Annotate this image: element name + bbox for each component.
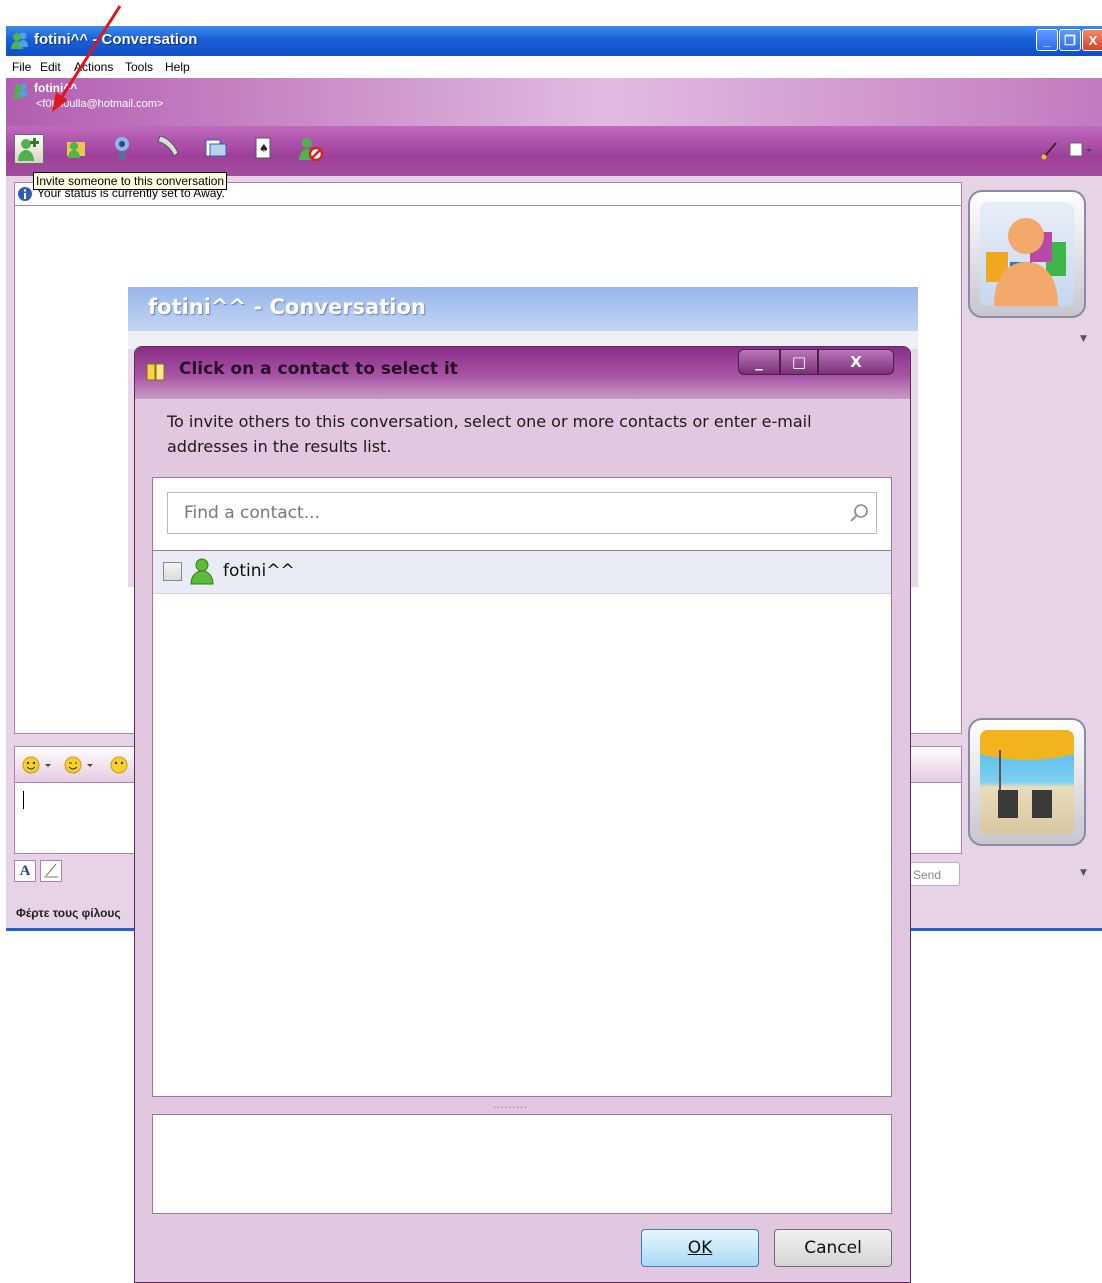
dialog-window-controls: _ □ X [738,349,898,375]
dialog-minimize-button[interactable]: _ [738,349,780,375]
call-button[interactable] [154,134,184,164]
block-contact-icon [299,138,324,162]
phone-icon [157,135,179,157]
emoticon-icon[interactable] [21,755,55,775]
block-button[interactable] [296,134,326,164]
dialog-title-bar[interactable]: Click on a contact to select it _ □ X [135,347,910,399]
dialog-maximize-button[interactable]: □ [780,349,818,375]
address-book-icon [146,363,165,381]
dialog-close-button[interactable]: X [818,349,894,375]
send-files-icon [67,142,85,158]
online-contact-icon [190,558,214,585]
dialog-instructions: To invite others to this conversation, s… [167,412,812,456]
pen-icon [44,863,58,878]
webcam-icon [115,137,129,159]
contact-display-picture[interactable] [968,190,1086,318]
games-icon: ♠ [255,137,271,159]
contact-checkbox[interactable] [163,562,182,581]
wink-icon[interactable] [63,755,97,775]
activities-button[interactable] [202,134,232,164]
handwriting-button[interactable] [40,860,62,882]
find-contact-input[interactable] [168,493,838,533]
info-icon [18,187,32,201]
nudge-icon[interactable] [109,755,129,775]
shopping-avatar-icon [986,218,1066,306]
chevron-down-icon[interactable]: ▼ [1080,868,1087,878]
contact-name: fotini^^ [223,561,295,581]
search-box[interactable] [167,492,877,534]
invite-contact-dialog: Click on a contact to select it _ □ X To… [134,346,911,1283]
contact-list[interactable]: fotini^^ [152,551,892,1097]
conversation-toolbar: ♠ [6,126,1102,176]
cancel-button[interactable]: Cancel [774,1229,892,1267]
search-icon[interactable] [848,502,870,524]
games-button[interactable]: ♠ [250,134,280,164]
beach-chairs-icon [980,730,1074,818]
invite-contact-button[interactable] [14,134,44,164]
font-button[interactable]: A [14,860,36,882]
cancel-label: Cancel [804,1238,862,1258]
dialog-title: Click on a contact to select it [179,359,458,379]
invite-tooltip: Invite someone to this conversation [33,172,228,190]
background-title-bar: fotini^^ - Conversation [128,287,918,331]
background-window-title: fotini^^ - Conversation [148,295,426,319]
my-display-picture[interactable] [968,718,1086,846]
send-files-button[interactable] [62,134,92,164]
chevron-down-icon[interactable]: ▼ [1080,334,1087,344]
svg-text:♠: ♠ [259,142,269,155]
status-bar-ad-text[interactable]: Φέρτε τους φίλους [16,906,121,920]
display-options-icon[interactable] [1068,140,1094,160]
search-area [152,477,892,551]
video-call-button[interactable] [108,134,138,164]
results-list[interactable] [152,1114,892,1214]
activities-icon [205,139,227,157]
splitter-grip[interactable]: ......... [493,1101,528,1111]
invite-contact-icon [18,138,39,161]
ok-label: OK [687,1238,713,1258]
ok-button[interactable]: OK [641,1229,759,1267]
text-cursor [23,791,24,809]
paintbrush-icon[interactable] [1040,140,1060,160]
annotation-arrow-icon [52,5,122,112]
contact-row[interactable]: fotini^^ [153,551,891,594]
